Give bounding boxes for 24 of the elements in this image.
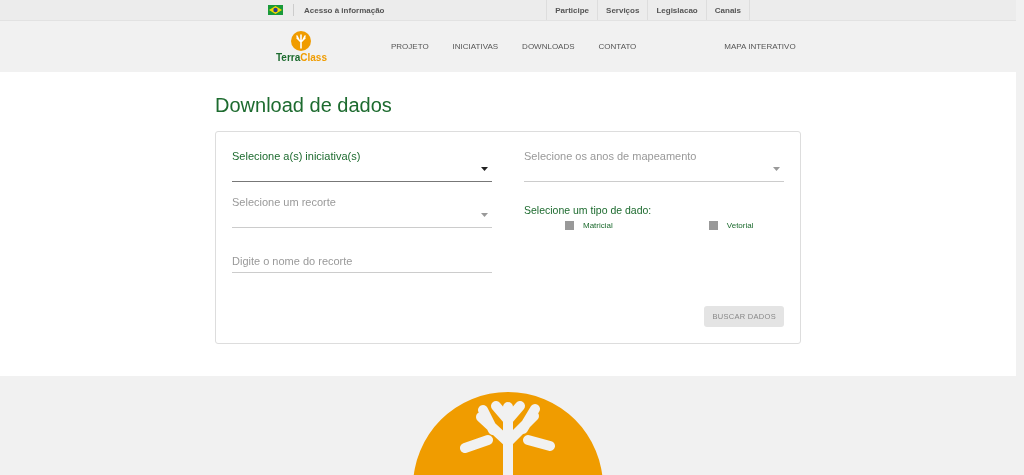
nav-link[interactable]: INICIATIVAS <box>452 42 499 51</box>
gov-bar-link[interactable]: Serviços <box>597 0 648 20</box>
page-title: Download de dados <box>215 94 393 117</box>
checkbox-label: Matricial <box>583 221 613 230</box>
tree-logo-icon <box>291 30 312 51</box>
checkbox-label: Vetorial <box>726 221 754 230</box>
gov-bar-link[interactable]: Canais <box>705 0 750 20</box>
checkbox[interactable] <box>565 221 574 230</box>
dropdown-caret-icon <box>773 167 780 171</box>
access-info-link[interactable]: Acesso à informação <box>304 5 385 15</box>
gov-bar-link[interactable]: Legislacao <box>647 0 706 20</box>
data-type-label: Selecione um tipo de dado: <box>524 204 653 216</box>
brazil-flag-icon <box>268 5 283 15</box>
nav-link[interactable]: PROJETO <box>390 42 429 51</box>
checkbox[interactable] <box>708 221 718 230</box>
dropdown-caret-icon <box>481 167 488 171</box>
gov-bar-link[interactable]: Participe <box>546 0 598 20</box>
nav-link[interactable]: MAPA INTERATIVO <box>724 42 796 51</box>
select-field[interactable]: Selecione a(s) iniciativa(s) <box>232 148 492 182</box>
input-field[interactable]: Digite o nome do recorte <box>232 250 492 273</box>
dropdown-caret-icon <box>481 213 488 217</box>
nav-link[interactable]: CONTATO <box>598 42 637 51</box>
nav-link[interactable]: DOWNLOADS <box>522 42 575 51</box>
logo-text: TerraClass <box>276 51 327 63</box>
